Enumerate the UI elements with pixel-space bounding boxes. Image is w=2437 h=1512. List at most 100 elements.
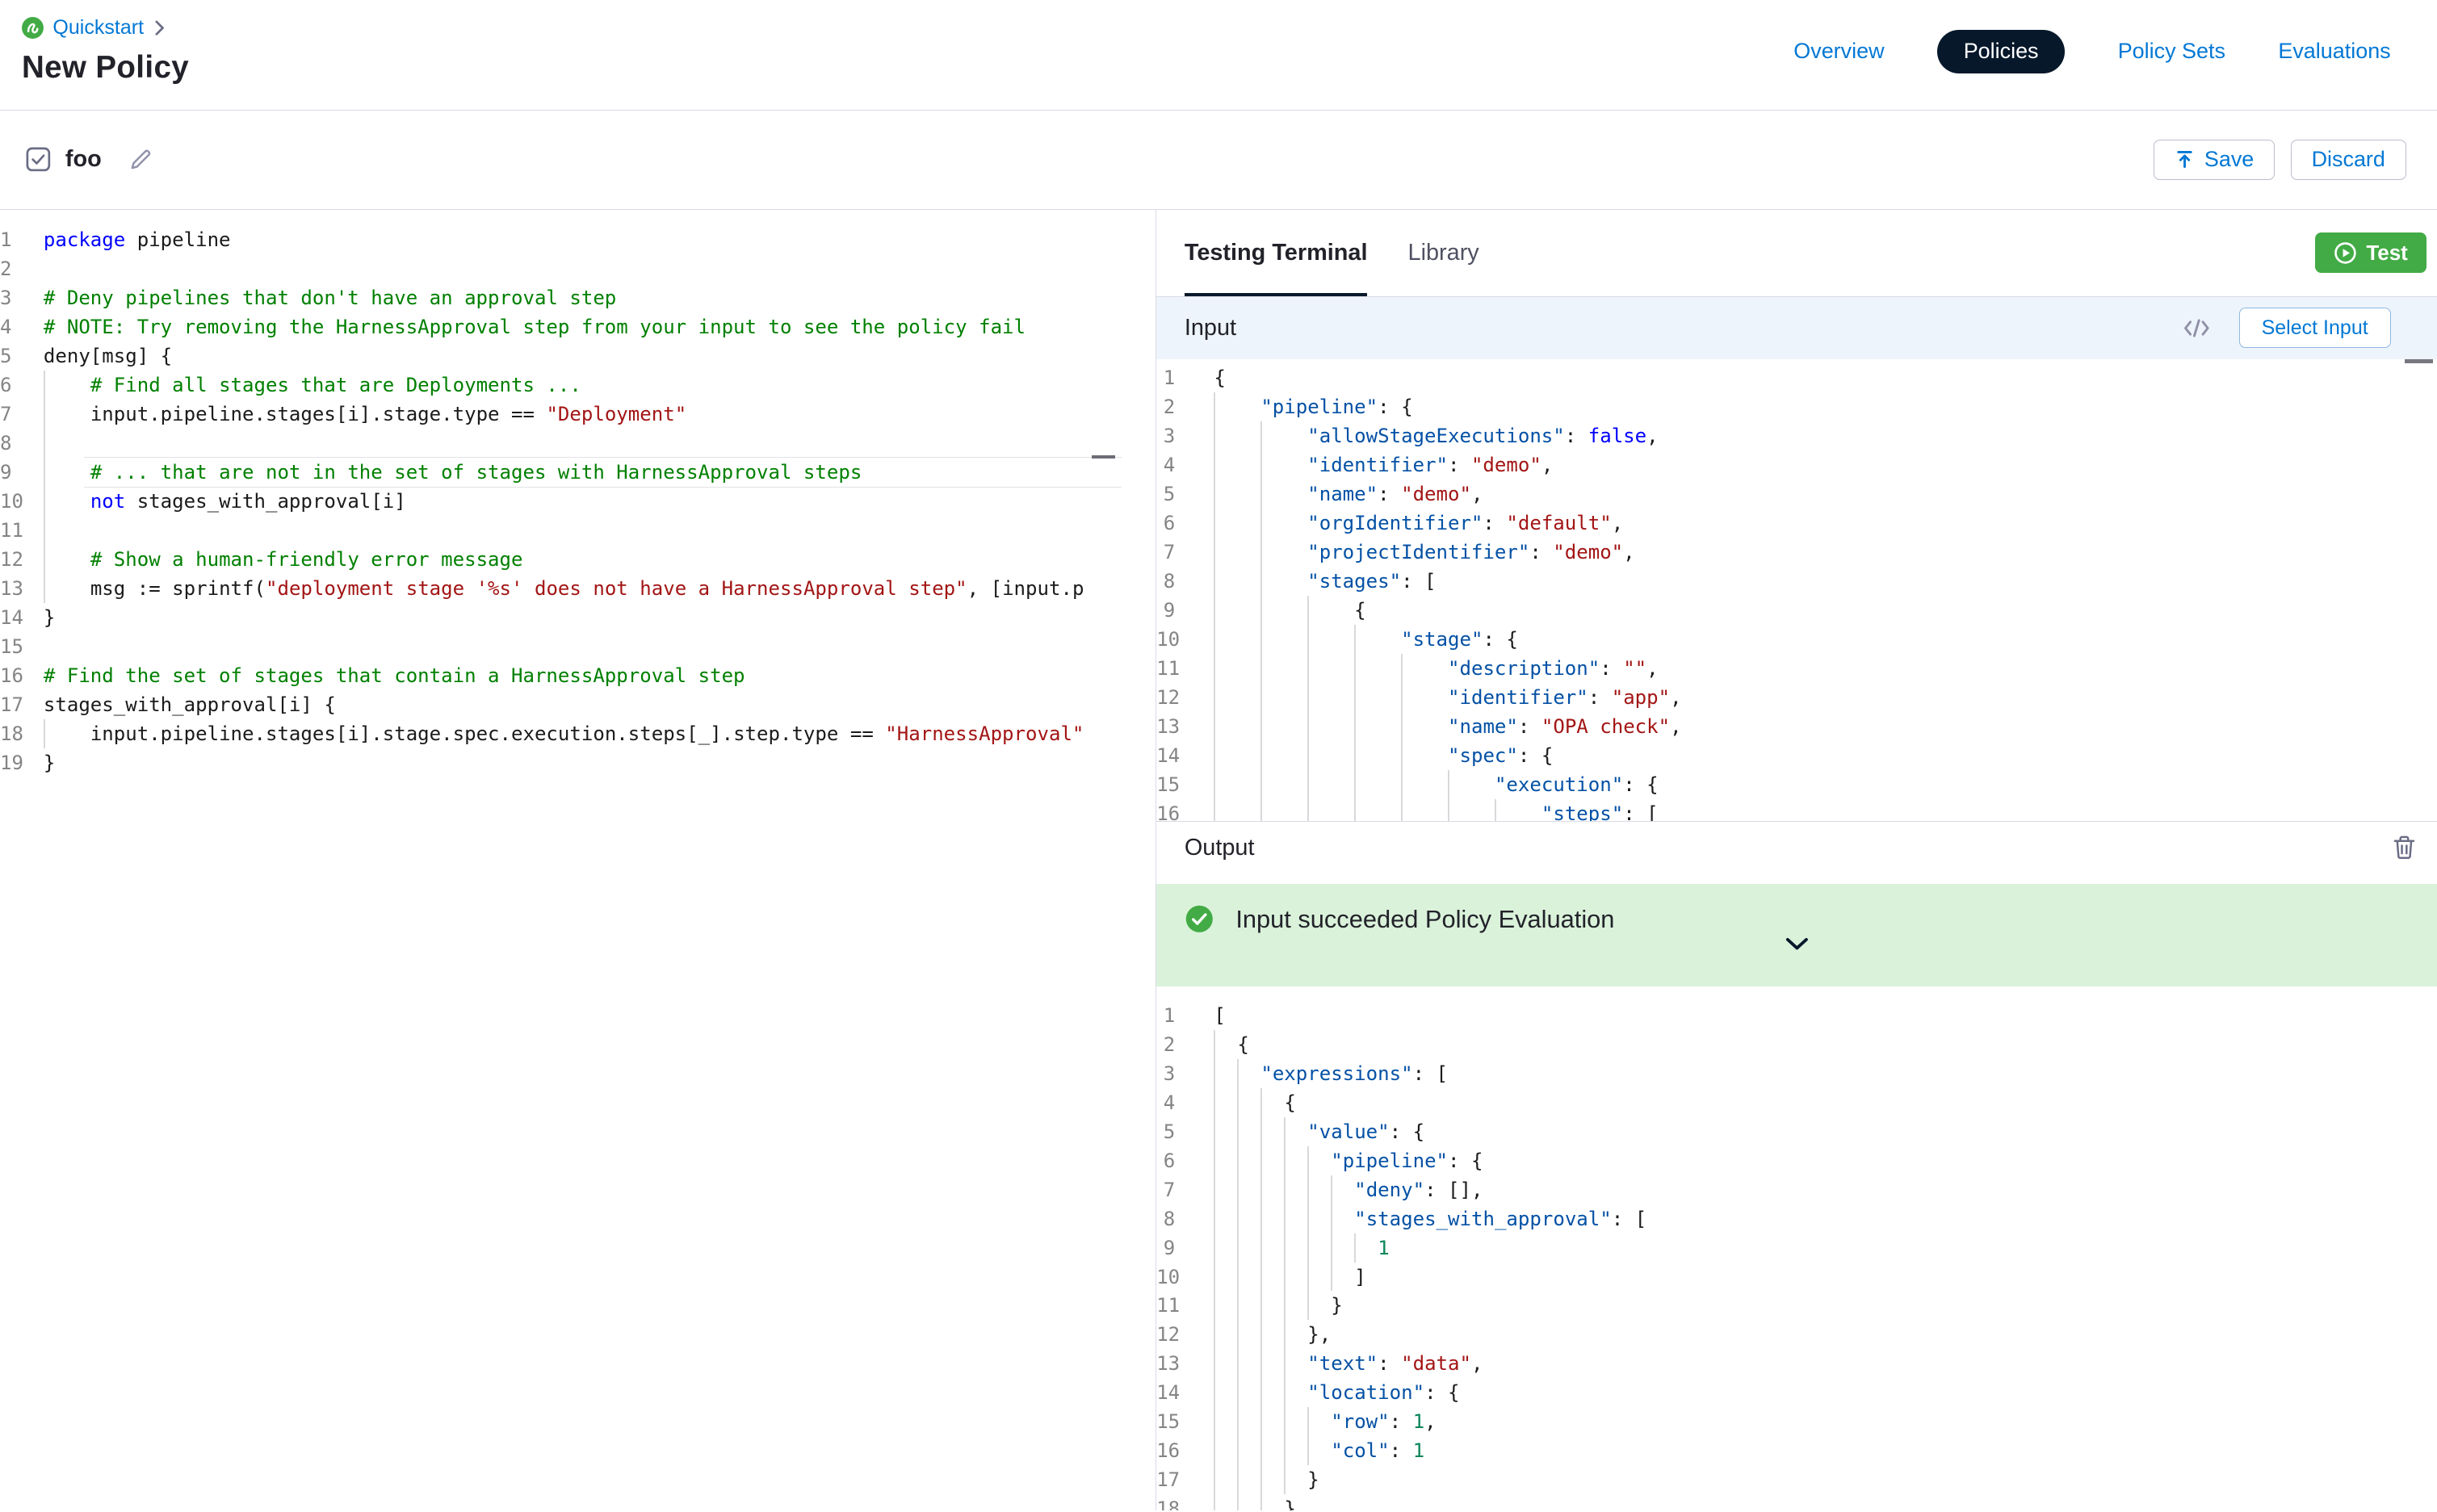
code-line: 8 <box>0 429 1156 458</box>
code-line: 13 msg := sprintf("deployment stage '%s'… <box>0 574 1156 603</box>
code-line: 10 "stage": { <box>1156 625 2437 654</box>
line-number: 11 <box>0 516 44 545</box>
line-number: 13 <box>1156 712 1214 741</box>
code-line: 13 "name": "OPA check", <box>1156 712 2437 741</box>
code-line: 16 "col": 1 <box>1156 1436 2437 1465</box>
policy-check-icon <box>25 146 52 173</box>
code-line: 15 <box>0 632 1156 661</box>
code-line: 9 { <box>1156 596 2437 625</box>
tab-library[interactable]: Library <box>1408 210 1479 296</box>
code-line: 10 ] <box>1156 1263 2437 1292</box>
output-section-header: Output <box>1156 822 2437 873</box>
line-number: 15 <box>1156 1407 1214 1436</box>
test-button[interactable]: Test <box>2315 232 2427 273</box>
line-number: 6 <box>1156 1146 1214 1175</box>
code-line: 3# Deny pipelines that don't have an app… <box>0 283 1156 312</box>
harness-logo-icon <box>22 17 44 39</box>
code-line: 8 "stages_with_approval": [ <box>1156 1204 2437 1233</box>
line-number: 15 <box>1156 770 1214 799</box>
page-header: Quickstart New Policy Overview Policies … <box>0 0 2437 111</box>
code-line: 2 { <box>1156 1030 2437 1059</box>
input-section-header: Input Select Input <box>1156 297 2437 359</box>
code-line: 3 "allowStageExecutions": false, <box>1156 421 2437 450</box>
discard-button[interactable]: Discard <box>2291 140 2406 180</box>
breadcrumb-chevron-icon <box>153 20 166 36</box>
line-number: 9 <box>0 458 44 487</box>
nav-policy-sets[interactable]: Policy Sets <box>2118 39 2225 64</box>
discard-button-label: Discard <box>2312 147 2385 172</box>
line-number: 1 <box>1156 363 1214 392</box>
editor-decoration-line-top <box>84 457 1122 458</box>
line-number: 18 <box>0 719 44 748</box>
top-nav: Overview Policies Policy Sets Evaluation… <box>1793 30 2390 73</box>
code-line: 4 "identifier": "demo", <box>1156 450 2437 480</box>
line-number: 4 <box>1156 1088 1214 1117</box>
code-line: 4# NOTE: Try removing the HarnessApprova… <box>0 312 1156 341</box>
line-number: 1 <box>0 225 44 254</box>
tab-testing-terminal[interactable]: Testing Terminal <box>1185 210 1368 296</box>
code-line: 7 "projectIdentifier": "demo", <box>1156 538 2437 567</box>
line-number: 19 <box>0 748 44 777</box>
line-number: 12 <box>1156 1320 1214 1349</box>
code-line: 9 1 <box>1156 1233 2437 1263</box>
chevron-down-icon[interactable] <box>1785 937 1810 953</box>
code-line: 14 "location": { <box>1156 1378 2437 1407</box>
code-line: 1{ <box>1156 363 2437 392</box>
line-number: 17 <box>1156 1465 1214 1494</box>
line-number: 10 <box>0 487 44 516</box>
line-number: 7 <box>1156 1175 1214 1204</box>
line-number: 2 <box>1156 1030 1214 1059</box>
output-json-viewer[interactable]: 1[2 {3 "expressions": [4 {5 "value": {6 … <box>1156 986 2437 1510</box>
editor-code-lines[interactable]: 1package pipeline23# Deny pipelines that… <box>0 225 1156 777</box>
code-line: 15 "row": 1, <box>1156 1407 2437 1436</box>
input-code-lines[interactable]: 1{2 "pipeline": {3 "allowStageExecutions… <box>1156 363 2437 822</box>
upload-icon <box>2175 149 2195 170</box>
output-code-lines: 1[2 {3 "expressions": [4 {5 "value": {6 … <box>1156 1001 2437 1510</box>
code-line: 6 "pipeline": { <box>1156 1146 2437 1175</box>
test-button-label: Test <box>2366 241 2407 266</box>
line-number: 6 <box>0 371 44 400</box>
input-title: Input <box>1185 315 1236 341</box>
clear-output-button[interactable] <box>2393 836 2416 861</box>
nav-evaluations[interactable]: Evaluations <box>2278 39 2390 64</box>
line-number: 16 <box>0 661 44 690</box>
code-line: 17stages_with_approval[i] { <box>0 690 1156 719</box>
line-number: 18 <box>1156 1494 1214 1510</box>
breadcrumb-link[interactable]: Quickstart <box>52 16 144 40</box>
editor-decoration-line-bottom <box>84 487 1122 488</box>
line-number: 4 <box>1156 450 1214 480</box>
line-number: 15 <box>0 632 44 661</box>
code-line: 14} <box>0 603 1156 632</box>
main-split: 1package pipeline23# Deny pipelines that… <box>0 210 2437 1510</box>
code-line: 3 "expressions": [ <box>1156 1059 2437 1088</box>
line-number: 10 <box>1156 625 1214 654</box>
code-line: 7 "deny": [], <box>1156 1175 2437 1204</box>
code-line: 14 "spec": { <box>1156 741 2437 770</box>
line-number: 12 <box>1156 683 1214 712</box>
code-line: 12 "identifier": "app", <box>1156 683 2437 712</box>
editor-decoration-dash <box>1092 455 1115 459</box>
line-number: 5 <box>1156 1117 1214 1146</box>
line-number: 7 <box>0 400 44 429</box>
code-line: 10 not stages_with_approval[i] <box>0 487 1156 516</box>
line-number: 8 <box>1156 567 1214 596</box>
edit-policy-name-button[interactable] <box>129 148 153 171</box>
select-input-button[interactable]: Select Input <box>2239 308 2391 348</box>
input-json-editor[interactable]: 1{2 "pipeline": {3 "allowStageExecutions… <box>1156 359 2437 823</box>
line-number: 14 <box>1156 1378 1214 1407</box>
play-icon <box>2334 241 2357 265</box>
code-line: 6 # Find all stages that are Deployments… <box>0 371 1156 400</box>
code-line: 15 "execution": { <box>1156 770 2437 799</box>
save-button[interactable]: Save <box>2154 140 2275 180</box>
success-message: Input succeeded Policy Evaluation <box>1235 905 1614 934</box>
nav-policies[interactable]: Policies <box>1937 30 2065 73</box>
save-button-label: Save <box>2204 147 2254 172</box>
code-line: 7 input.pipeline.stages[i].stage.type ==… <box>0 400 1156 429</box>
nav-overview[interactable]: Overview <box>1793 39 1884 64</box>
evaluation-success-banner: Input succeeded Policy Evaluation <box>1156 884 2437 986</box>
line-number: 9 <box>1156 596 1214 625</box>
policy-code-editor[interactable]: 1package pipeline23# Deny pipelines that… <box>0 210 1156 1510</box>
line-number: 2 <box>0 254 44 283</box>
input-scrollbar-thumb[interactable] <box>2405 359 2433 364</box>
code-view-toggle-icon[interactable] <box>2183 317 2211 339</box>
